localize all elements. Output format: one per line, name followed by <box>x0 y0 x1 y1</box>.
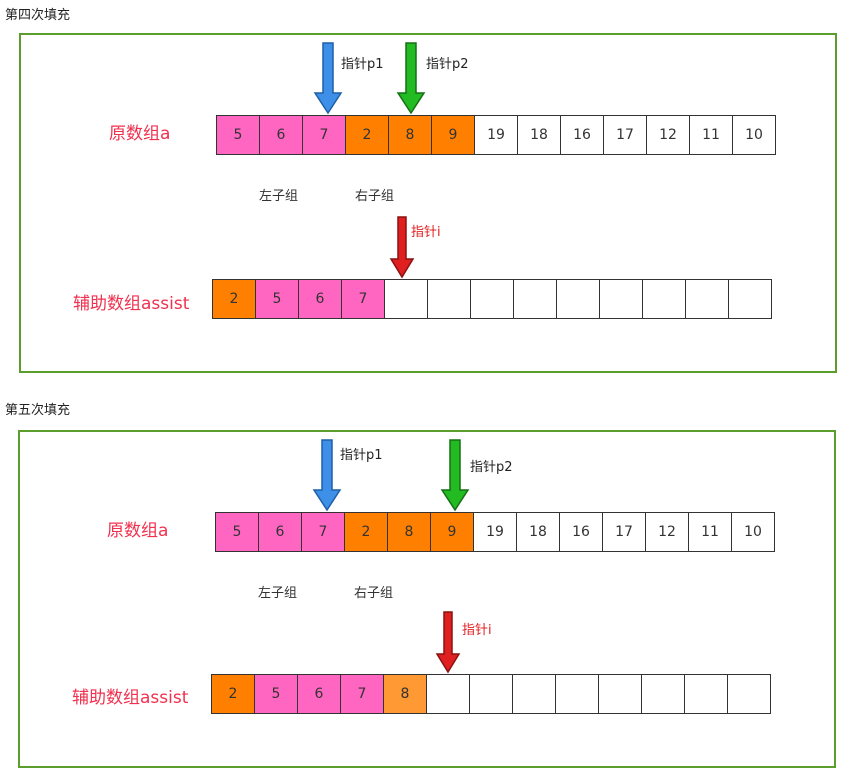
panel-2-heading: 第五次填充 <box>5 403 71 418</box>
assist-cell <box>685 279 729 319</box>
pointer-p1-label: 指针p1 <box>340 448 383 463</box>
array-a-row: 5 6 7 2 8 9 19 18 16 17 12 11 10 <box>215 512 775 552</box>
array-a-cell: 19 <box>474 115 518 155</box>
array-a-cell: 6 <box>258 512 302 552</box>
assist-cell <box>384 279 428 319</box>
array-a-cell: 12 <box>646 115 690 155</box>
pointer-p2-label: 指针p2 <box>426 57 469 72</box>
assist-cell: 5 <box>254 674 298 714</box>
assist-cell: 2 <box>212 279 256 319</box>
array-a-cell: 10 <box>732 115 776 155</box>
array-a-cell: 12 <box>645 512 689 552</box>
assist-cell <box>470 279 514 319</box>
array-a-cell: 11 <box>688 512 732 552</box>
pointer-p1-label: 指针p1 <box>341 57 384 72</box>
pointer-p2-arrow <box>440 439 470 512</box>
assist-cell <box>427 279 471 319</box>
array-a-cell: 2 <box>344 512 388 552</box>
pointer-i-arrow <box>435 611 461 674</box>
panel-1-frame: 指针p1 指针p2 原数组a 5 6 7 2 8 9 19 18 16 17 12 11 10 左子组 … <box>19 33 837 373</box>
pointer-p2-arrow <box>396 42 426 115</box>
array-a-cell: 7 <box>301 512 345 552</box>
array-a-cell: 5 <box>215 512 259 552</box>
array-a-cell: 17 <box>603 115 647 155</box>
assist-cell: 7 <box>341 279 385 319</box>
assist-cell <box>727 674 771 714</box>
assist-cell <box>684 674 728 714</box>
left-group-label: 左子组 <box>259 189 299 204</box>
assist-cell <box>642 279 686 319</box>
array-a-cell: 9 <box>430 512 474 552</box>
array-a-cell: 16 <box>559 512 603 552</box>
assist-cell: 6 <box>298 279 342 319</box>
assist-cell <box>599 279 643 319</box>
array-a-cell: 16 <box>560 115 604 155</box>
pointer-i-label: 指针i <box>411 225 441 240</box>
assist-cell <box>512 674 556 714</box>
array-a-cell: 11 <box>689 115 733 155</box>
assist-row: 25678 <box>211 674 771 714</box>
assist-cell <box>641 674 685 714</box>
array-a-cell: 17 <box>602 512 646 552</box>
array-a-row: 5 6 7 2 8 9 19 18 16 17 12 11 10 <box>216 115 776 155</box>
assist-cell <box>469 674 513 714</box>
assist-cell <box>556 279 600 319</box>
array-a-cell: 9 <box>431 115 475 155</box>
right-group-label: 右子组 <box>355 189 395 204</box>
array-a-cell: 18 <box>516 512 560 552</box>
assist-cell <box>513 279 557 319</box>
array-a-cell: 5 <box>216 115 260 155</box>
right-group-label: 右子组 <box>354 586 394 601</box>
array-a-cell: 19 <box>473 512 517 552</box>
assist-cell <box>555 674 599 714</box>
assist-label: 辅助数组assist <box>73 294 190 314</box>
pointer-p2-label: 指针p2 <box>470 460 513 475</box>
array-a-cell: 10 <box>731 512 775 552</box>
assist-cell: 5 <box>255 279 299 319</box>
assist-cell <box>598 674 642 714</box>
assist-cell <box>728 279 772 319</box>
assist-cell: 2 <box>211 674 255 714</box>
array-a-cell: 7 <box>302 115 346 155</box>
array-a-cell: 2 <box>345 115 389 155</box>
array-a-label: 原数组a <box>109 124 171 144</box>
left-group-label: 左子组 <box>258 586 298 601</box>
array-a-label: 原数组a <box>107 521 169 541</box>
assist-cell: 6 <box>297 674 341 714</box>
assist-cell: 8 <box>383 674 427 714</box>
array-a-cell: 18 <box>517 115 561 155</box>
panel-1-heading: 第四次填充 <box>5 8 71 23</box>
array-a-cell: 8 <box>388 115 432 155</box>
panel-2-frame: 指针p1 指针p2 原数组a 5 6 7 2 8 9 19 18 16 17 12 11 10 左子组 … <box>18 430 836 768</box>
pointer-i-label: 指针i <box>462 623 492 638</box>
pointer-p1-arrow <box>313 42 343 115</box>
assist-cell: 7 <box>340 674 384 714</box>
assist-cell <box>426 674 470 714</box>
array-a-cell: 6 <box>259 115 303 155</box>
assist-label: 辅助数组assist <box>72 688 189 708</box>
pointer-p1-arrow <box>312 439 342 512</box>
array-a-cell: 8 <box>387 512 431 552</box>
assist-row: 2567 <box>212 279 772 319</box>
